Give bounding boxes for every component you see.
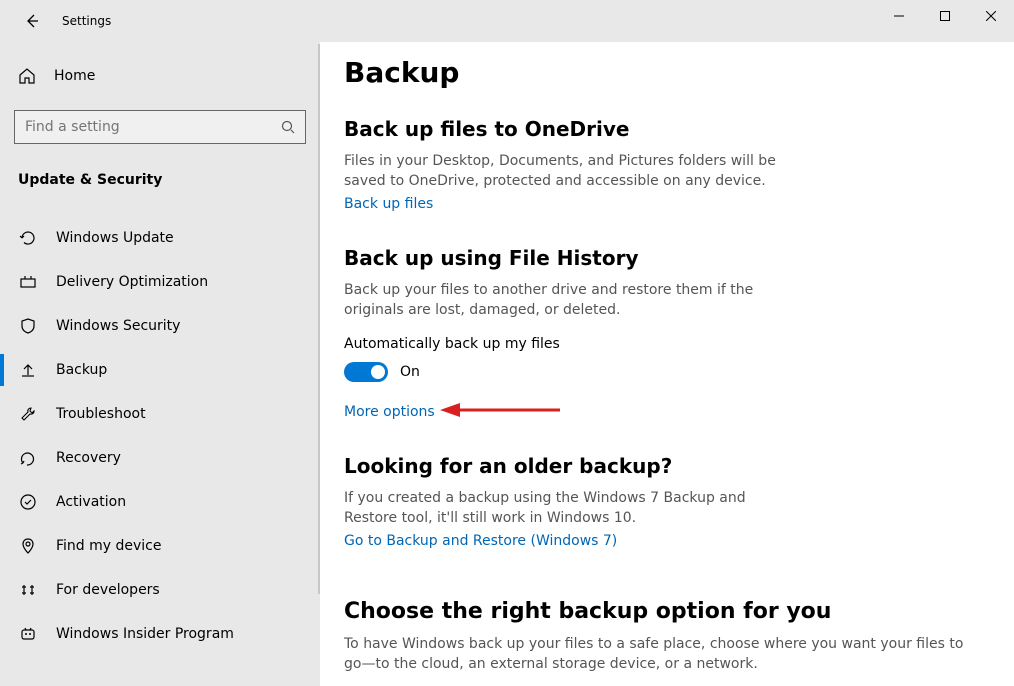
window-title: Settings	[62, 14, 111, 28]
nav-label: Activation	[56, 494, 126, 510]
delivery-icon	[18, 272, 38, 292]
choose-title: Choose the right backup option for you	[344, 599, 990, 624]
onedrive-body: Files in your Desktop, Documents, and Pi…	[344, 151, 784, 192]
choose-body: To have Windows back up your files to a …	[344, 634, 964, 675]
minimize-button[interactable]	[876, 0, 922, 32]
filehistory-title: Back up using File History	[344, 246, 990, 270]
nav-item-windows-insider[interactable]: Windows Insider Program	[0, 612, 320, 656]
section-header: Update & Security	[0, 162, 320, 202]
page-title: Backup	[344, 56, 990, 89]
close-icon	[986, 11, 996, 21]
search-icon	[281, 120, 295, 134]
search-box[interactable]	[14, 110, 306, 144]
choose-section: Choose the right backup option for you T…	[344, 599, 990, 675]
older-body: If you created a backup using the Window…	[344, 488, 784, 529]
recovery-icon	[18, 448, 38, 468]
older-title: Looking for an older backup?	[344, 454, 990, 478]
home-icon	[18, 67, 36, 85]
backup-restore-link[interactable]: Go to Backup and Restore (Windows 7)	[344, 533, 617, 549]
filehistory-section: Back up using File History Back up your …	[344, 246, 990, 421]
backup-files-link[interactable]: Back up files	[344, 196, 433, 212]
toggle-label: Automatically back up my files	[344, 336, 990, 352]
onedrive-title: Back up files to OneDrive	[344, 117, 990, 141]
auto-backup-toggle[interactable]	[344, 362, 388, 382]
onedrive-section: Back up files to OneDrive Files in your …	[344, 117, 990, 212]
nav-item-for-developers[interactable]: For developers	[0, 568, 320, 612]
insider-icon	[18, 624, 38, 644]
developers-icon	[18, 580, 38, 600]
nav-label: Windows Security	[56, 318, 180, 334]
nav-item-windows-security[interactable]: Windows Security	[0, 304, 320, 348]
nav-item-windows-update[interactable]: Windows Update	[0, 216, 320, 260]
nav-item-backup[interactable]: Backup	[0, 348, 320, 392]
nav-label: Find my device	[56, 538, 162, 554]
check-circle-icon	[18, 492, 38, 512]
backup-icon	[18, 360, 38, 380]
nav-label: Recovery	[56, 450, 121, 466]
nav-label: Troubleshoot	[56, 406, 146, 422]
more-options-link[interactable]: More options	[344, 404, 435, 420]
toggle-state: On	[400, 364, 420, 380]
nav-item-troubleshoot[interactable]: Troubleshoot	[0, 392, 320, 436]
maximize-icon	[940, 11, 950, 21]
nav-label: Backup	[56, 362, 107, 378]
titlebar: Settings	[0, 0, 1014, 42]
shield-icon	[18, 316, 38, 336]
maximize-button[interactable]	[922, 0, 968, 32]
close-button[interactable]	[968, 0, 1014, 32]
nav-item-recovery[interactable]: Recovery	[0, 436, 320, 480]
sidebar: Home Update & Security Windows Update De…	[0, 42, 320, 686]
nav-item-delivery-optimization[interactable]: Delivery Optimization	[0, 260, 320, 304]
filehistory-body: Back up your files to another drive and …	[344, 280, 784, 321]
main-content: Backup Back up files to OneDrive Files i…	[320, 42, 1014, 686]
refresh-icon	[18, 228, 38, 248]
home-label: Home	[54, 68, 95, 84]
nav-label: Windows Update	[56, 230, 174, 246]
nav-item-find-my-device[interactable]: Find my device	[0, 524, 320, 568]
location-icon	[18, 536, 38, 556]
home-row[interactable]: Home	[0, 56, 320, 96]
back-button[interactable]	[18, 7, 46, 35]
nav-label: For developers	[56, 582, 160, 598]
older-backup-section: Looking for an older backup? If you crea…	[344, 454, 990, 549]
wrench-icon	[18, 404, 38, 424]
nav-label: Delivery Optimization	[56, 274, 208, 290]
nav-item-activation[interactable]: Activation	[0, 480, 320, 524]
arrow-left-icon	[24, 13, 40, 29]
search-input[interactable]	[25, 119, 281, 135]
nav-label: Windows Insider Program	[56, 626, 234, 642]
minimize-icon	[894, 11, 904, 21]
